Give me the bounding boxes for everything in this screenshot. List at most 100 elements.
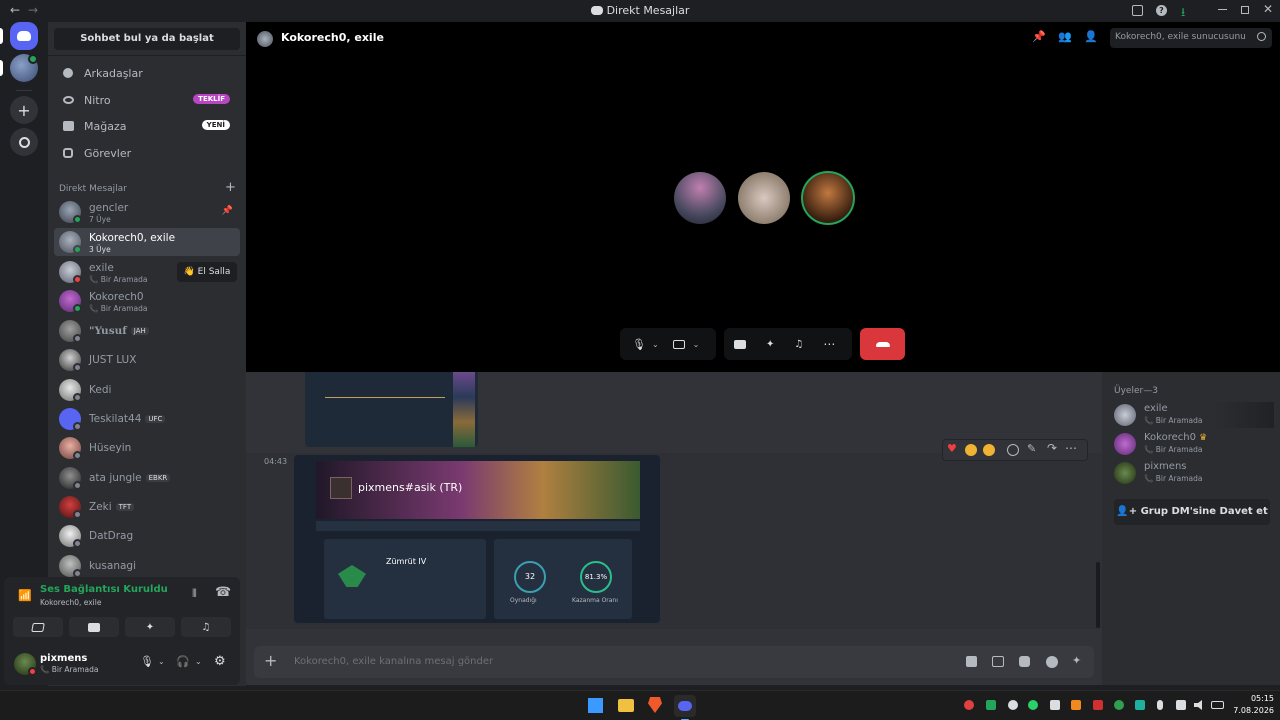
- pin-icon[interactable]: 📌: [222, 206, 233, 216]
- more-icon[interactable]: ⋯: [1065, 441, 1077, 455]
- inbox-icon[interactable]: [1132, 5, 1143, 16]
- dm-item[interactable]: "Yusuf JAH: [54, 317, 240, 345]
- image-attachment-partial[interactable]: [305, 372, 478, 447]
- settings-gear-icon[interactable]: ⚙: [214, 654, 226, 669]
- gif-icon[interactable]: [992, 656, 1004, 667]
- camera-off-button[interactable]: [13, 617, 63, 637]
- member-item[interactable]: exile 📞 Bir Aramada: [1114, 402, 1274, 428]
- soundboard-button[interactable]: ♫: [181, 617, 231, 637]
- participant-avatar-speaking[interactable]: [801, 171, 855, 225]
- explore-compass-icon[interactable]: [10, 128, 38, 156]
- battery-icon[interactable]: [1211, 701, 1224, 709]
- forward-icon[interactable]: ↷: [1047, 441, 1057, 455]
- screen-share-icon[interactable]: [734, 339, 746, 349]
- pin-icon[interactable]: 📌: [1032, 30, 1046, 43]
- dm-item[interactable]: Kokorech0 📞 Bir Aramada: [54, 287, 240, 315]
- soundboard-icon[interactable]: ♫: [794, 339, 803, 350]
- activities-icon[interactable]: ✦: [766, 339, 774, 350]
- dm-item[interactable]: Kedi: [54, 376, 240, 404]
- nav-friends[interactable]: Arkadaşlar: [54, 61, 240, 85]
- network-icon[interactable]: [1176, 700, 1186, 710]
- dm-item[interactable]: ata jungle EBKR: [54, 464, 240, 492]
- tray-app-icon[interactable]: [986, 700, 996, 710]
- volume-icon[interactable]: [1194, 700, 1202, 710]
- brave-browser-icon[interactable]: [648, 697, 662, 713]
- help-icon[interactable]: ?: [1156, 5, 1167, 16]
- tray-app-icon[interactable]: [1093, 700, 1103, 710]
- dm-item[interactable]: DatDrag: [54, 522, 240, 550]
- dm-item-selected[interactable]: Kokorech0, exile 3 Üye: [54, 228, 240, 256]
- camera-off-icon[interactable]: [672, 339, 685, 349]
- tray-app-icon[interactable]: [964, 700, 974, 710]
- tray-app-icon[interactable]: [1050, 700, 1060, 710]
- tray-app-icon[interactable]: [1135, 700, 1145, 710]
- tray-mic-icon[interactable]: [1157, 700, 1163, 710]
- mic-icon[interactable]: 🎙: [140, 655, 154, 668]
- clock-date[interactable]: 7.08.2026: [1230, 706, 1274, 715]
- member-item[interactable]: pixmens 📞 Bir Aramada: [1114, 460, 1274, 486]
- sticker-icon[interactable]: [1019, 656, 1030, 667]
- file-explorer-icon[interactable]: [618, 699, 634, 712]
- emoji-reaction-icon[interactable]: [965, 444, 977, 456]
- dm-item[interactable]: Zeki TFT: [54, 493, 240, 521]
- close-icon[interactable]: ✕: [1263, 2, 1273, 16]
- voice-channel[interactable]: Kokorech0, exile: [40, 598, 101, 607]
- emoji-reaction-icon[interactable]: [983, 444, 995, 456]
- participant-avatar[interactable]: [738, 172, 790, 224]
- dm-item[interactable]: JUST LUX: [54, 346, 240, 374]
- headset-icon[interactable]: 🎧: [176, 655, 190, 668]
- tray-app-icon[interactable]: [1008, 700, 1018, 710]
- edit-pencil-icon[interactable]: ✎: [1027, 442, 1036, 455]
- nav-nitro[interactable]: Nitro TEKLİF: [54, 88, 240, 112]
- dm-item[interactable]: exile 📞 Bir Aramada 👋 El Salla: [54, 258, 240, 286]
- invite-to-group-button[interactable]: 👤+ Grup DM'sine Davet et: [1114, 499, 1270, 525]
- hangup-button[interactable]: [860, 328, 905, 360]
- apps-icon[interactable]: ✦: [1072, 654, 1081, 667]
- activities-button[interactable]: ✦: [125, 617, 175, 637]
- tray-app-icon[interactable]: [1114, 700, 1124, 710]
- message-composer[interactable]: + Kokorech0, exile kanalına mesaj gönder…: [254, 646, 1094, 678]
- dm-item[interactable]: kusanagi: [54, 552, 240, 580]
- user-name[interactable]: pixmens: [40, 653, 87, 664]
- nav-shop[interactable]: Mağaza YENİ: [54, 114, 240, 138]
- chat-scrollbar[interactable]: [1096, 562, 1100, 628]
- add-friends-icon[interactable]: 👥: [1058, 30, 1072, 43]
- noise-suppression-icon[interactable]: ⦀: [192, 587, 197, 601]
- maximize-icon[interactable]: [1241, 6, 1249, 14]
- mic-icon[interactable]: 🎙: [632, 338, 646, 351]
- participant-avatar[interactable]: [674, 172, 726, 224]
- screen-share-button[interactable]: [69, 617, 119, 637]
- emoji-icon[interactable]: [1046, 656, 1058, 668]
- member-item[interactable]: Kokorech0 ♛ 📞 Bir Aramada: [1114, 431, 1274, 457]
- member-list-icon[interactable]: 👤: [1084, 30, 1098, 43]
- windows-start-icon[interactable]: [588, 698, 603, 713]
- chevron-down-icon[interactable]: ⌄: [158, 657, 165, 666]
- chevron-down-icon[interactable]: ⌄: [195, 657, 202, 666]
- find-conversation-button[interactable]: Sohbet bul ya da başlat: [54, 28, 240, 50]
- channel-search-input[interactable]: Kokorech0, exile sunucusunu ara: [1110, 28, 1272, 48]
- dm-item[interactable]: Hüseyin: [54, 434, 240, 462]
- add-server-icon[interactable]: +: [10, 96, 38, 124]
- nav-quests[interactable]: Görevler: [54, 141, 240, 165]
- message-image[interactable]: pixmens#asik (TR) Zümrüt IV 32 Oynadığı …: [294, 455, 660, 623]
- gift-icon[interactable]: [966, 656, 977, 667]
- voice-status[interactable]: Ses Bağlantısı Kuruldu: [40, 584, 168, 595]
- create-dm-icon[interactable]: +: [225, 180, 236, 195]
- chevron-down-icon[interactable]: ⌄: [652, 340, 659, 349]
- tray-app-icon[interactable]: [1071, 700, 1081, 710]
- chevron-down-icon[interactable]: ⌄: [693, 340, 700, 349]
- tray-app-icon[interactable]: [1028, 700, 1038, 710]
- minimize-icon[interactable]: [1218, 9, 1227, 10]
- dm-item[interactable]: gencler 7 Üye 📌: [54, 198, 240, 226]
- add-reaction-icon[interactable]: [1007, 444, 1019, 456]
- home-discord-icon[interactable]: [10, 22, 38, 50]
- disconnect-icon[interactable]: ☎: [215, 585, 231, 600]
- clock-time[interactable]: 05:15: [1238, 694, 1274, 703]
- heart-reaction-icon[interactable]: ♥: [947, 442, 957, 455]
- more-icon[interactable]: ⋯: [823, 337, 835, 351]
- download-icon[interactable]: ⭳: [1181, 3, 1185, 24]
- wave-button[interactable]: 👋 El Salla: [177, 262, 237, 282]
- attach-plus-icon[interactable]: +: [264, 651, 277, 670]
- dm-item[interactable]: Teskilat44 UFC: [54, 405, 240, 433]
- discord-taskbar-icon[interactable]: [674, 695, 696, 720]
